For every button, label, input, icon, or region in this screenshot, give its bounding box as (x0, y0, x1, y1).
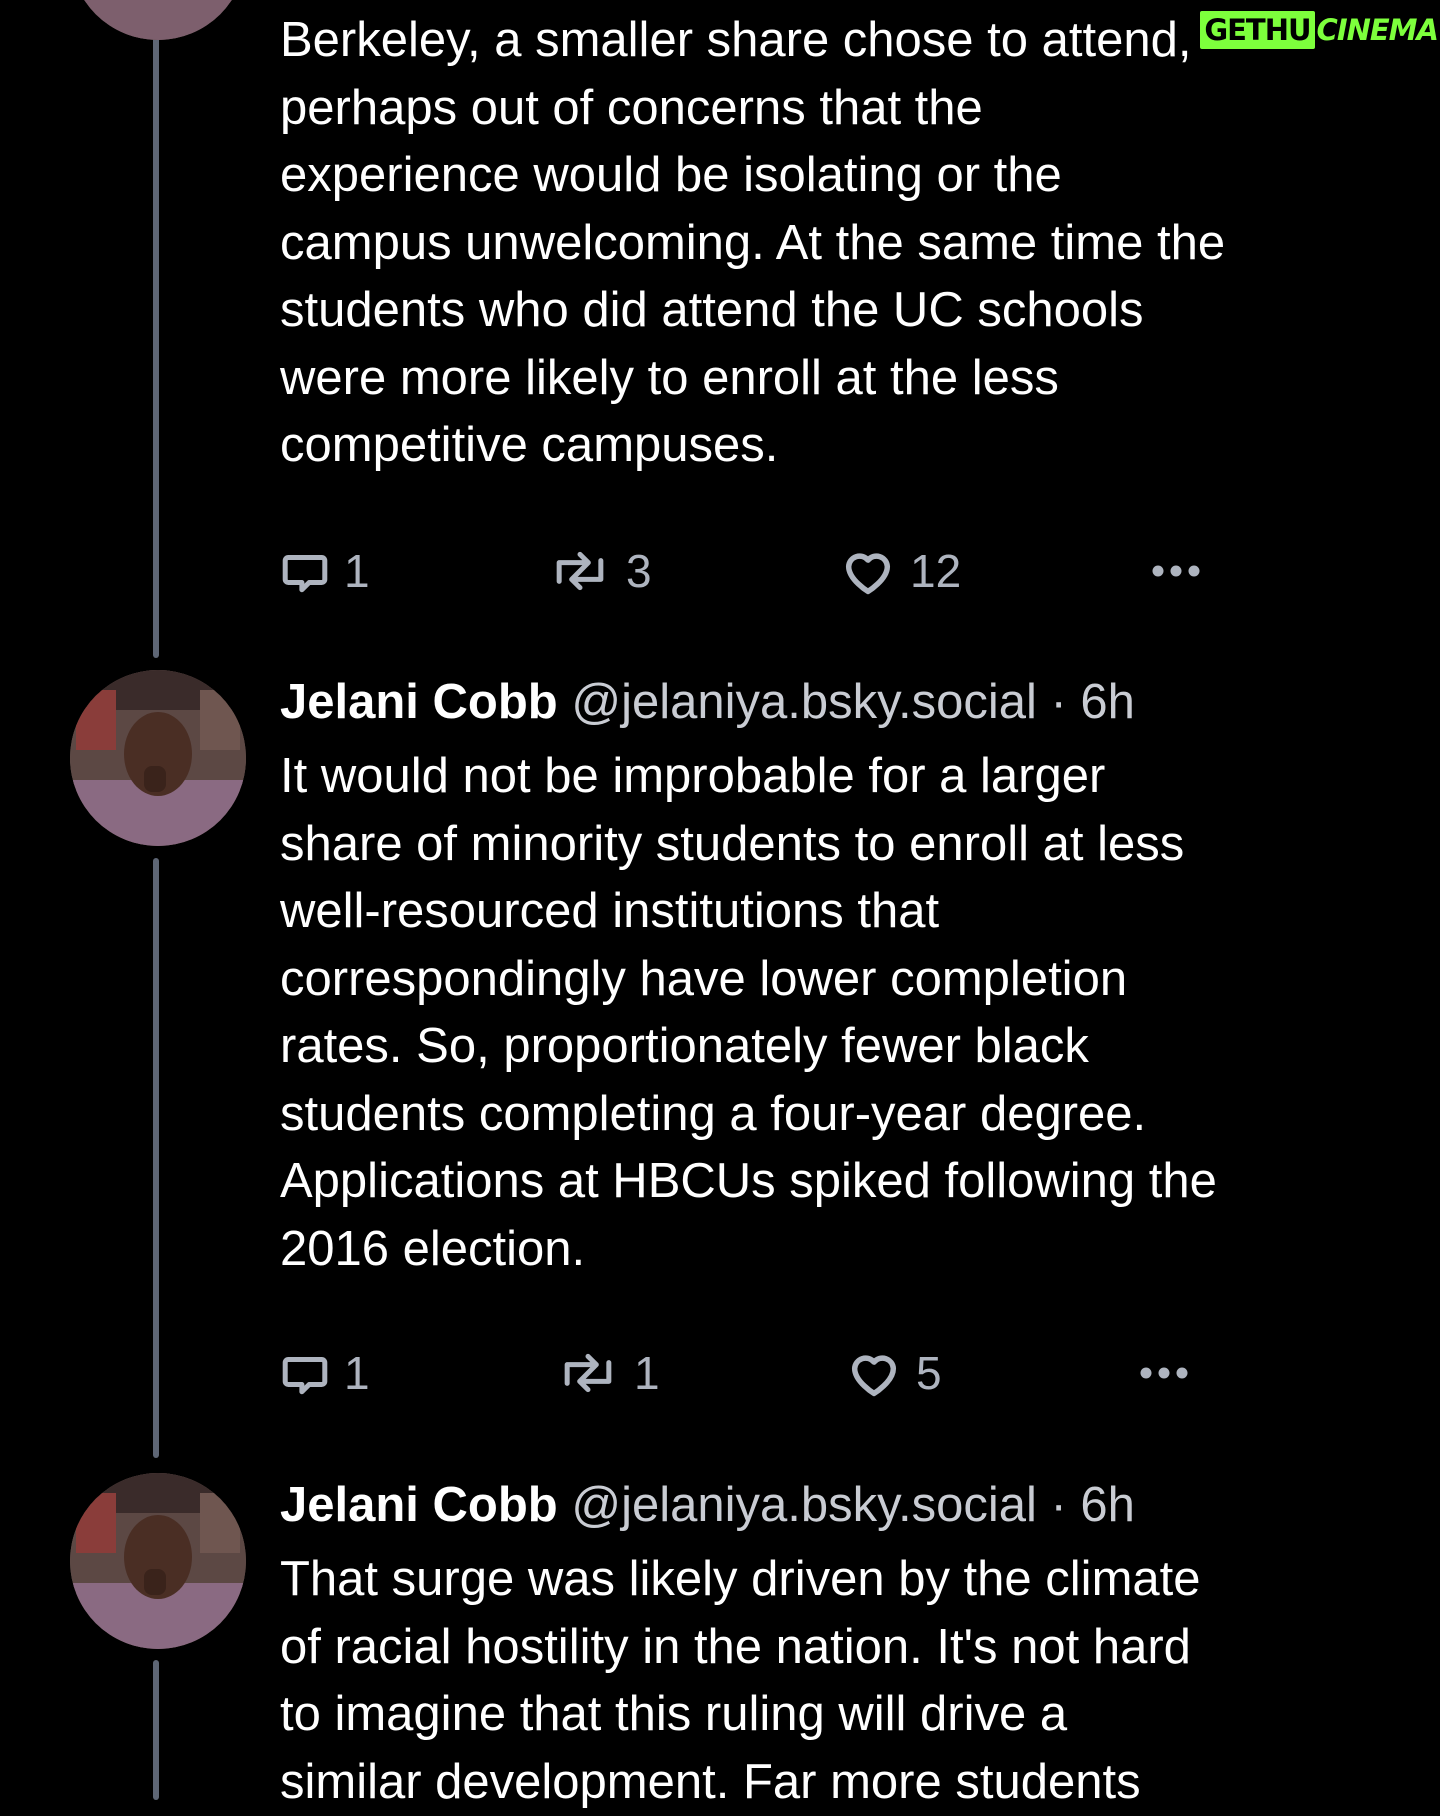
thread-line (153, 858, 159, 1458)
like-count: 12 (910, 545, 962, 597)
like-button[interactable]: 5 (846, 1343, 942, 1403)
avatar[interactable] (70, 670, 246, 846)
post-text: It would not be improbable for a larger … (280, 749, 1217, 1276)
reply-count: 1 (344, 545, 370, 597)
thread-line (153, 1660, 159, 1800)
heart-icon (845, 553, 891, 595)
post-time: · 6h (1050, 1478, 1135, 1532)
like-button[interactable]: 12 (840, 541, 961, 601)
avatar[interactable] (70, 1473, 246, 1649)
reply-button[interactable]: 1 (280, 541, 370, 601)
post-actions: 1 3 12 (280, 541, 1240, 601)
repost-count: 1 (634, 1347, 660, 1399)
more-options-button[interactable] (1138, 1343, 1190, 1403)
post-text: That surge was likely driven by the clim… (280, 1552, 1201, 1809)
post-time: · 6h (1050, 675, 1135, 729)
post-header: Jelani Cobb @jelaniya.bsky.social · 6h (280, 672, 1135, 732)
author-name[interactable]: Jelani Cobb (280, 675, 558, 729)
watermark-logo: GETHU CINEMA (1200, 8, 1439, 52)
ellipsis-icon (1140, 1367, 1188, 1379)
post-actions: 1 1 5 (280, 1343, 1240, 1403)
avatar-photo (70, 1473, 246, 1649)
author-name[interactable]: Jelani Cobb (280, 1478, 558, 1532)
repost-arrows-icon (556, 551, 604, 591)
avatar-photo (70, 0, 246, 40)
watermark-boxed-text: GETHU (1200, 11, 1315, 49)
like-count: 5 (916, 1347, 942, 1399)
repost-button[interactable]: 3 (548, 541, 652, 601)
repost-button[interactable]: 1 (556, 1343, 660, 1403)
watermark-text: CINEMA (1316, 13, 1439, 47)
avatar-photo (70, 670, 246, 846)
speech-bubble-icon (282, 1356, 328, 1395)
reply-count: 1 (344, 1347, 370, 1399)
avatar[interactable] (70, 0, 246, 40)
repost-arrows-icon (564, 1353, 612, 1393)
more-options-button[interactable] (1150, 541, 1202, 601)
thread-line (153, 0, 159, 658)
speech-bubble-icon (282, 554, 328, 593)
post-thread: Berkeley, a smaller share chose to atten… (0, 0, 1440, 1809)
repost-count: 3 (626, 545, 652, 597)
heart-icon (851, 1355, 897, 1397)
author-handle[interactable]: @jelaniya.bsky.social (571, 1478, 1037, 1532)
ellipsis-icon (1152, 565, 1200, 577)
post-text: Berkeley, a smaller share chose to atten… (280, 13, 1226, 472)
post-header: Jelani Cobb @jelaniya.bsky.social · 6h (280, 1475, 1135, 1535)
reply-button[interactable]: 1 (280, 1343, 370, 1403)
author-handle[interactable]: @jelaniya.bsky.social (571, 675, 1037, 729)
